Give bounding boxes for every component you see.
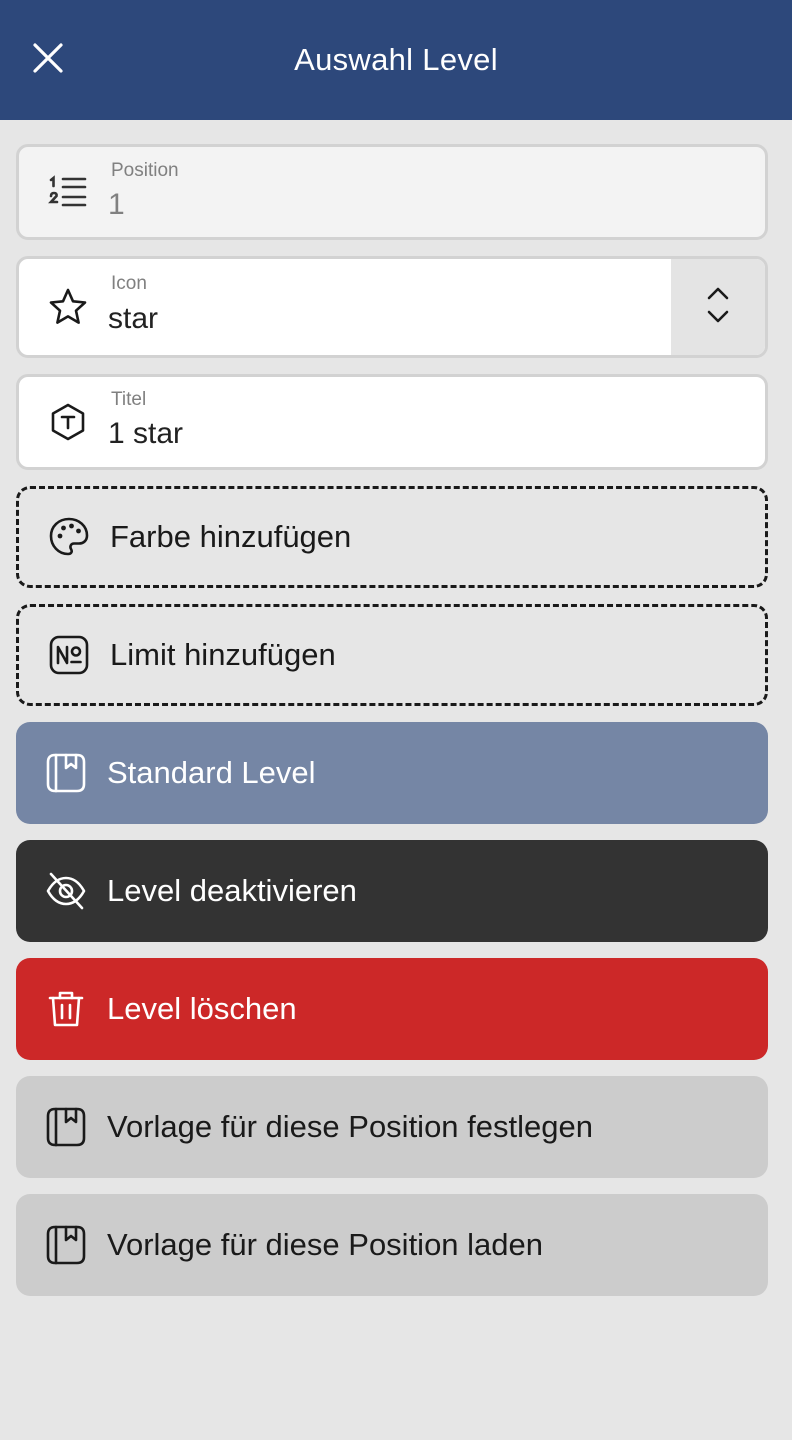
page-title: Auswahl Level	[294, 42, 498, 77]
add-limit-button[interactable]: Limit hinzufügen	[16, 604, 768, 706]
ordered-list-icon	[48, 172, 88, 212]
position-value: 1	[108, 188, 125, 221]
set-template-button[interactable]: Vorlage für diese Position festlegen	[16, 1076, 768, 1178]
close-icon	[32, 42, 64, 79]
palette-icon	[48, 516, 90, 558]
title-value: 1 star	[108, 417, 184, 450]
icon-select-field[interactable]: Icon star	[16, 256, 768, 358]
standard-level-label: Standard Level	[107, 755, 316, 790]
add-color-label: Farbe hinzufügen	[110, 519, 352, 554]
template-icon	[45, 752, 87, 794]
delete-level-label: Level löschen	[107, 991, 297, 1026]
star-icon	[48, 287, 88, 327]
load-template-label: Vorlage für diese Position laden	[107, 1227, 544, 1262]
trash-icon	[45, 988, 87, 1030]
deactivate-level-label: Level deaktivieren	[107, 873, 357, 908]
chevron-up-down-icon	[704, 285, 732, 330]
position-field: Position 1	[16, 144, 768, 240]
template-icon	[45, 1106, 87, 1148]
add-color-button[interactable]: Farbe hinzufügen	[16, 486, 768, 588]
set-template-label: Vorlage für diese Position festlegen	[107, 1109, 593, 1144]
deactivate-level-button[interactable]: Level deaktivieren	[16, 840, 768, 942]
standard-level-button[interactable]: Standard Level	[16, 722, 768, 824]
add-limit-label: Limit hinzufügen	[110, 637, 336, 672]
icon-value: star	[108, 302, 159, 335]
title-icon	[48, 402, 88, 442]
delete-level-button[interactable]: Level löschen	[16, 958, 768, 1060]
template-icon	[45, 1224, 87, 1266]
header-bar: Auswahl Level	[0, 0, 792, 120]
eye-off-icon	[45, 870, 87, 912]
position-label: Position	[111, 160, 179, 181]
title-label: Titel	[111, 389, 147, 410]
close-button[interactable]	[24, 36, 72, 84]
load-template-button[interactable]: Vorlage für diese Position laden	[16, 1194, 768, 1296]
icon-stepper-button[interactable]	[671, 259, 765, 355]
icon-label: Icon	[111, 273, 147, 294]
number-sign-icon	[48, 634, 90, 676]
title-field[interactable]: Titel 1 star	[16, 374, 768, 470]
